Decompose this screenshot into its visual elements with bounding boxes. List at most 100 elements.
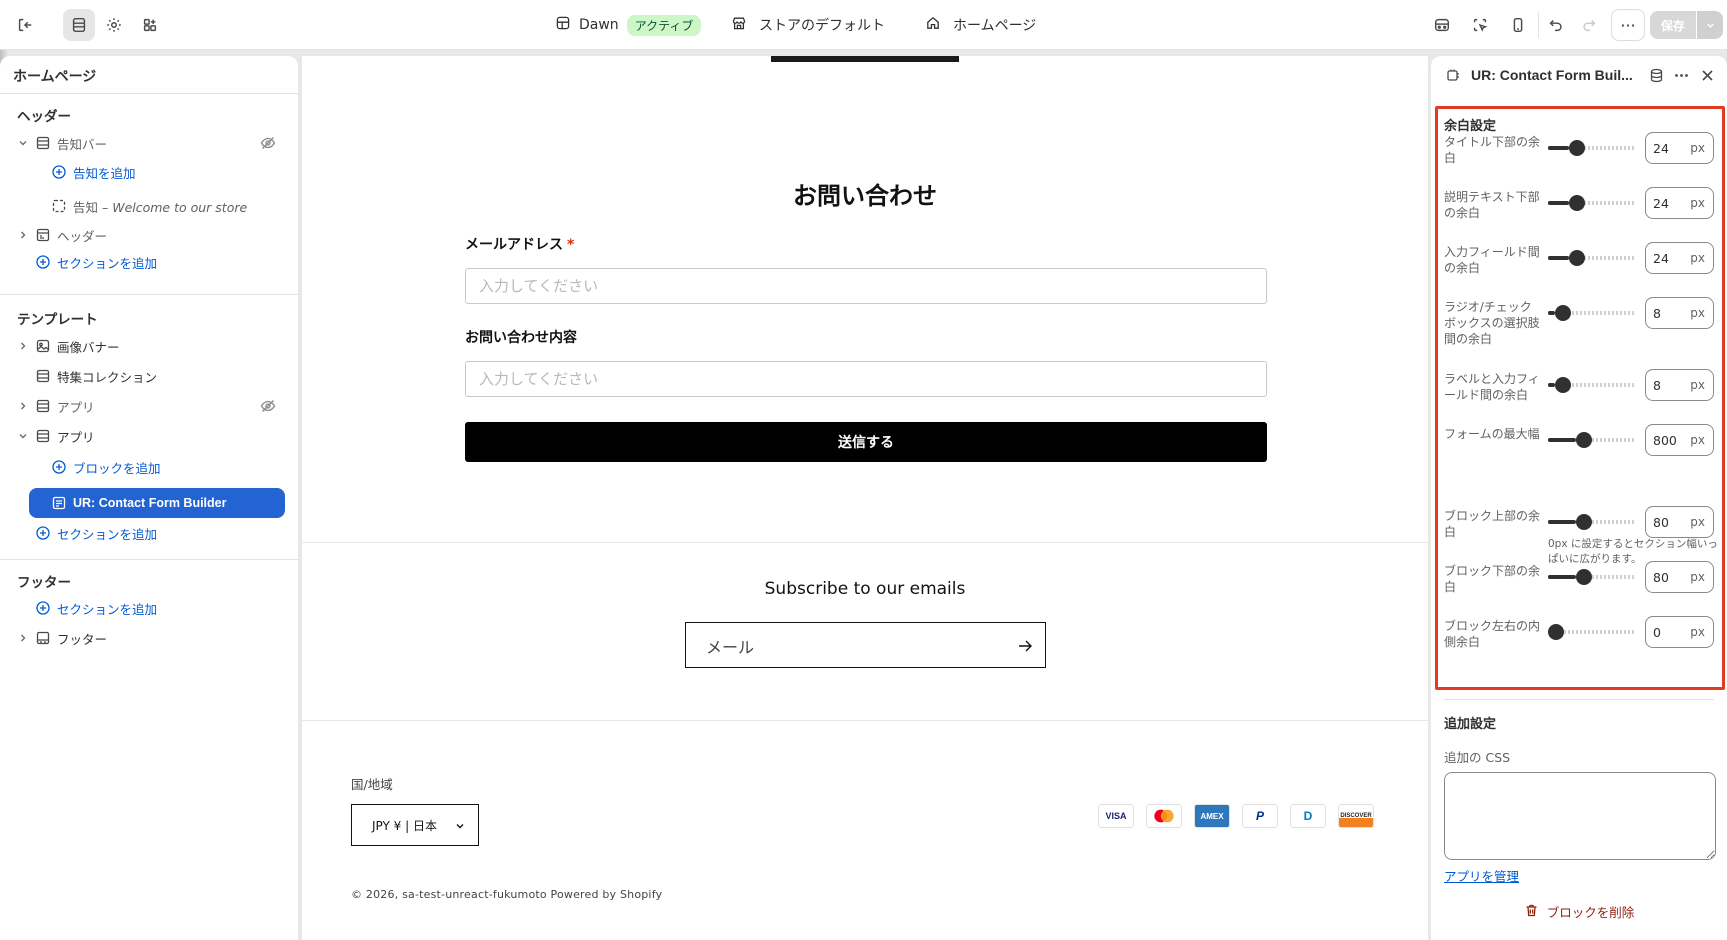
range-slider[interactable] bbox=[1548, 377, 1634, 393]
range-slider[interactable] bbox=[1548, 195, 1634, 211]
spacing-setting-row: 入力フィールド間の余白 24 px bbox=[1444, 242, 1714, 284]
range-slider[interactable] bbox=[1548, 140, 1634, 156]
sidebar-item-footer[interactable]: フッター bbox=[0, 625, 298, 651]
chevron-right-icon[interactable] bbox=[17, 632, 29, 644]
number-value: 80 bbox=[1653, 515, 1669, 530]
section-divider bbox=[302, 542, 1428, 543]
sidebar-item-featured-collection[interactable]: 特集コレクション bbox=[0, 363, 298, 389]
select-icon[interactable] bbox=[1464, 9, 1496, 41]
css-label: 追加の CSS bbox=[1444, 750, 1511, 765]
range-slider[interactable] bbox=[1548, 514, 1634, 530]
sidebar-item-header[interactable]: ヘッダー bbox=[0, 222, 298, 248]
theme-selector[interactable]: Dawn アクティブ bbox=[555, 0, 702, 50]
custom-css-input[interactable] bbox=[1444, 772, 1716, 860]
exit-icon[interactable] bbox=[9, 9, 41, 41]
country-value: JPY ¥ | 日本 bbox=[372, 818, 437, 833]
chevron-right-icon[interactable] bbox=[17, 229, 29, 241]
setting-label: ブロック左右の内側余白 bbox=[1444, 619, 1541, 649]
footer-group-heading: フッター bbox=[17, 575, 71, 591]
manage-app-link[interactable]: アプリを管理 bbox=[1444, 866, 1519, 885]
plus-circle-icon bbox=[51, 164, 67, 180]
number-input[interactable]: 24 px bbox=[1645, 187, 1714, 219]
number-input[interactable]: 8 px bbox=[1645, 369, 1714, 401]
country-selector[interactable]: JPY ¥ | 日本 bbox=[351, 804, 479, 846]
sidebar-item-announcement-bar[interactable]: 告知バー bbox=[0, 130, 298, 156]
store-default-selector[interactable]: ストアのデフォルト bbox=[731, 0, 885, 50]
required-mark: * bbox=[567, 237, 575, 253]
unit-label: px bbox=[1690, 141, 1705, 155]
eye-hidden-icon[interactable] bbox=[260, 398, 276, 414]
spacing-setting-row: ブロック左右の内側余白 0 px bbox=[1444, 616, 1714, 658]
number-input[interactable]: 24 px bbox=[1645, 132, 1714, 164]
submit-button[interactable]: 送信する bbox=[465, 422, 1267, 462]
range-slider[interactable] bbox=[1548, 624, 1634, 640]
database-icon[interactable] bbox=[1648, 67, 1665, 84]
mobile-view-icon[interactable] bbox=[1502, 9, 1534, 41]
slider-handle[interactable] bbox=[1576, 569, 1592, 585]
chevron-right-icon[interactable] bbox=[17, 340, 29, 352]
slider-handle[interactable] bbox=[1569, 195, 1585, 211]
sidebar-item-add-section-footer[interactable]: セクションを追加 bbox=[0, 595, 298, 621]
apps-icon[interactable] bbox=[134, 9, 166, 41]
number-input[interactable]: 8 px bbox=[1645, 297, 1714, 329]
page-selector[interactable]: ホームページ bbox=[925, 0, 1036, 50]
number-value: 8 bbox=[1653, 378, 1661, 393]
inquiry-field[interactable] bbox=[465, 361, 1267, 397]
sidebar-item-announcement[interactable]: 告知 – Welcome to our store bbox=[0, 193, 298, 219]
number-input[interactable]: 24 px bbox=[1645, 242, 1714, 274]
slider-handle[interactable] bbox=[1555, 377, 1571, 393]
inspector-icon[interactable] bbox=[1426, 9, 1458, 41]
slider-handle[interactable] bbox=[1555, 305, 1571, 321]
plus-circle-icon bbox=[35, 525, 51, 541]
save-options-chevron-icon[interactable] bbox=[1697, 11, 1723, 39]
chevron-right-icon[interactable] bbox=[17, 400, 29, 412]
subscribe-email-input[interactable]: メール bbox=[685, 622, 1046, 668]
range-slider[interactable] bbox=[1548, 305, 1634, 321]
preview-top-bar bbox=[771, 56, 959, 62]
sidebar-item-contact-form-builder[interactable]: UR: Contact Form Builder bbox=[29, 488, 285, 518]
delete-block-button[interactable]: ブロックを削除 bbox=[1431, 902, 1727, 921]
slider-handle[interactable] bbox=[1576, 514, 1592, 530]
sidebar-item-add-announcement[interactable]: 告知を追加 bbox=[0, 159, 298, 185]
eye-hidden-icon[interactable] bbox=[260, 135, 276, 151]
sidebar-item-label: セクションを追加 bbox=[57, 255, 158, 271]
settings-panel: UR: Contact Form Buil... 余白設定 タイトル下部の余白 2… bbox=[1431, 56, 1727, 940]
number-value: 24 bbox=[1653, 141, 1669, 156]
number-input[interactable]: 800 px bbox=[1645, 424, 1714, 456]
slider-handle[interactable] bbox=[1569, 140, 1585, 156]
slider-handle[interactable] bbox=[1548, 624, 1564, 640]
sidebar-item-add-section-template[interactable]: セクションを追加 bbox=[0, 520, 298, 546]
undo-icon[interactable] bbox=[1540, 9, 1572, 41]
spacing-setting-row: ブロック下部の余白 80 px bbox=[1444, 561, 1714, 603]
mastercard-icon: MC bbox=[1146, 804, 1182, 828]
number-value: 800 bbox=[1653, 433, 1677, 448]
spacing-setting-row: フォームの最大幅 800 px bbox=[1444, 424, 1714, 466]
arrow-right-icon[interactable] bbox=[1016, 637, 1034, 655]
sidebar-item-image-banner[interactable]: 画像バナー bbox=[0, 333, 298, 359]
range-slider[interactable] bbox=[1548, 432, 1634, 448]
more-horizontal-icon[interactable] bbox=[1673, 67, 1690, 84]
chevron-down-icon[interactable] bbox=[17, 430, 29, 442]
panel-title: UR: Contact Form Buil... bbox=[1471, 67, 1633, 83]
sidebar-item-add-section-header[interactable]: セクションを追加 bbox=[0, 249, 298, 275]
country-label: 国/地域 bbox=[351, 777, 393, 792]
header-group-heading: ヘッダー bbox=[17, 109, 71, 125]
close-icon[interactable] bbox=[1699, 67, 1716, 84]
sidebar-item-app-1[interactable]: アプリ bbox=[0, 393, 298, 419]
range-slider[interactable] bbox=[1548, 250, 1634, 266]
max-width-help-text: 0px に設定するとセクション幅いっぱいに広がります。 bbox=[1548, 538, 1718, 565]
chevron-down-icon[interactable] bbox=[17, 137, 29, 149]
sidebar-item-app-2[interactable]: アプリ bbox=[0, 423, 298, 449]
save-button[interactable]: 保存 bbox=[1650, 11, 1696, 39]
number-input[interactable]: 0 px bbox=[1645, 616, 1714, 648]
sections-icon[interactable] bbox=[63, 9, 95, 41]
slider-handle[interactable] bbox=[1576, 432, 1592, 448]
email-field[interactable] bbox=[465, 268, 1267, 304]
more-actions-button[interactable]: ··· bbox=[1611, 9, 1645, 41]
gear-icon[interactable] bbox=[98, 9, 130, 41]
redo-icon[interactable] bbox=[1573, 9, 1605, 41]
slider-handle[interactable] bbox=[1569, 250, 1585, 266]
number-input[interactable]: 80 px bbox=[1645, 506, 1714, 538]
range-slider[interactable] bbox=[1548, 569, 1634, 585]
sidebar-item-add-block[interactable]: ブロックを追加 bbox=[0, 454, 298, 480]
